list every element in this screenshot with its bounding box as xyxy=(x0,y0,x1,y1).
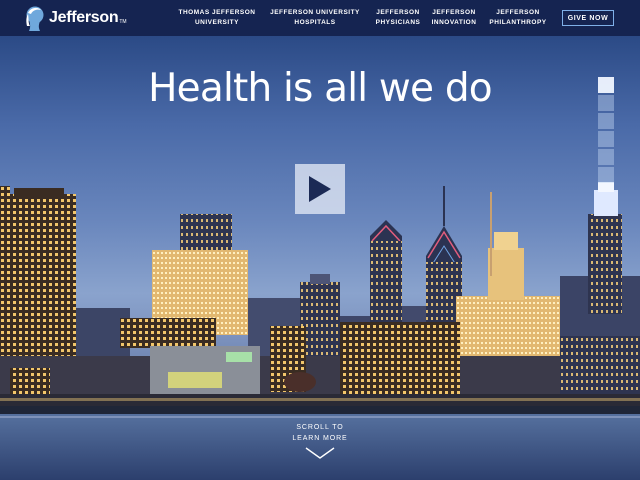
nav-jefferson-philanthropy[interactable]: JEFFERSON PHILANTHROPY xyxy=(488,8,548,30)
play-icon xyxy=(309,176,331,202)
slide-dot-3[interactable] xyxy=(598,113,614,129)
nav-jefferson-innovation[interactable]: JEFFERSON INNOVATION xyxy=(426,8,482,30)
nav-label-line1: JEFFERSON xyxy=(376,9,420,16)
brand-name: Jefferson xyxy=(49,9,119,26)
nav-label-line2: PHYSICIANS xyxy=(375,19,421,26)
scroll-label-line2: LEARN MORE xyxy=(292,435,348,442)
nav-label-line2: UNIVERSITY xyxy=(194,19,239,26)
nav-label-line2: INNOVATION xyxy=(431,19,477,26)
nav-label-line2: PHILANTHROPY xyxy=(489,19,547,26)
give-now-button[interactable]: GIVE NOW xyxy=(562,10,614,26)
nav-jefferson-physicians[interactable]: JEFFERSON PHYSICIANS xyxy=(372,8,424,30)
main-nav: THOMAS JEFFERSON UNIVERSITY JEFFERSON UN… xyxy=(172,8,548,30)
jefferson-logo[interactable]: Jefferson TM xyxy=(24,4,127,32)
nav-label-line2: HOSPITALS xyxy=(294,19,336,26)
hero-banner: Health is all we do SCROLL TO LEARN MORE xyxy=(0,36,640,480)
slide-dot-4[interactable] xyxy=(598,131,614,147)
play-video-button[interactable] xyxy=(295,164,345,214)
jefferson-head-logo-icon xyxy=(26,6,44,31)
chevron-down-icon xyxy=(305,447,335,459)
slide-dot-1[interactable] xyxy=(598,77,614,93)
hero-headline: Health is all we do xyxy=(148,66,492,111)
scroll-label: SCROLL TO LEARN MORE xyxy=(280,422,360,444)
scroll-to-learn-more[interactable]: SCROLL TO LEARN MORE xyxy=(280,422,360,459)
nav-thomas-jefferson-university[interactable]: THOMAS JEFFERSON UNIVERSITY xyxy=(172,8,262,30)
site-header: Jefferson TM THOMAS JEFFERSON UNIVERSITY… xyxy=(0,0,640,36)
nav-label-line1: THOMAS JEFFERSON xyxy=(178,9,256,16)
nav-label-line1: JEFFERSON xyxy=(432,9,476,16)
slide-dot-2[interactable] xyxy=(598,95,614,111)
nav-label-line1: JEFFERSON UNIVERSITY xyxy=(270,9,360,16)
slide-indicator xyxy=(598,77,614,185)
scroll-label-line1: SCROLL TO xyxy=(296,424,344,431)
nav-label-line1: JEFFERSON xyxy=(496,9,540,16)
slide-dot-5[interactable] xyxy=(598,149,614,165)
slide-dot-6[interactable] xyxy=(598,167,614,183)
nav-jefferson-university-hospitals[interactable]: JEFFERSON UNIVERSITY HOSPITALS xyxy=(264,8,366,30)
trademark-mark: TM xyxy=(119,19,127,25)
